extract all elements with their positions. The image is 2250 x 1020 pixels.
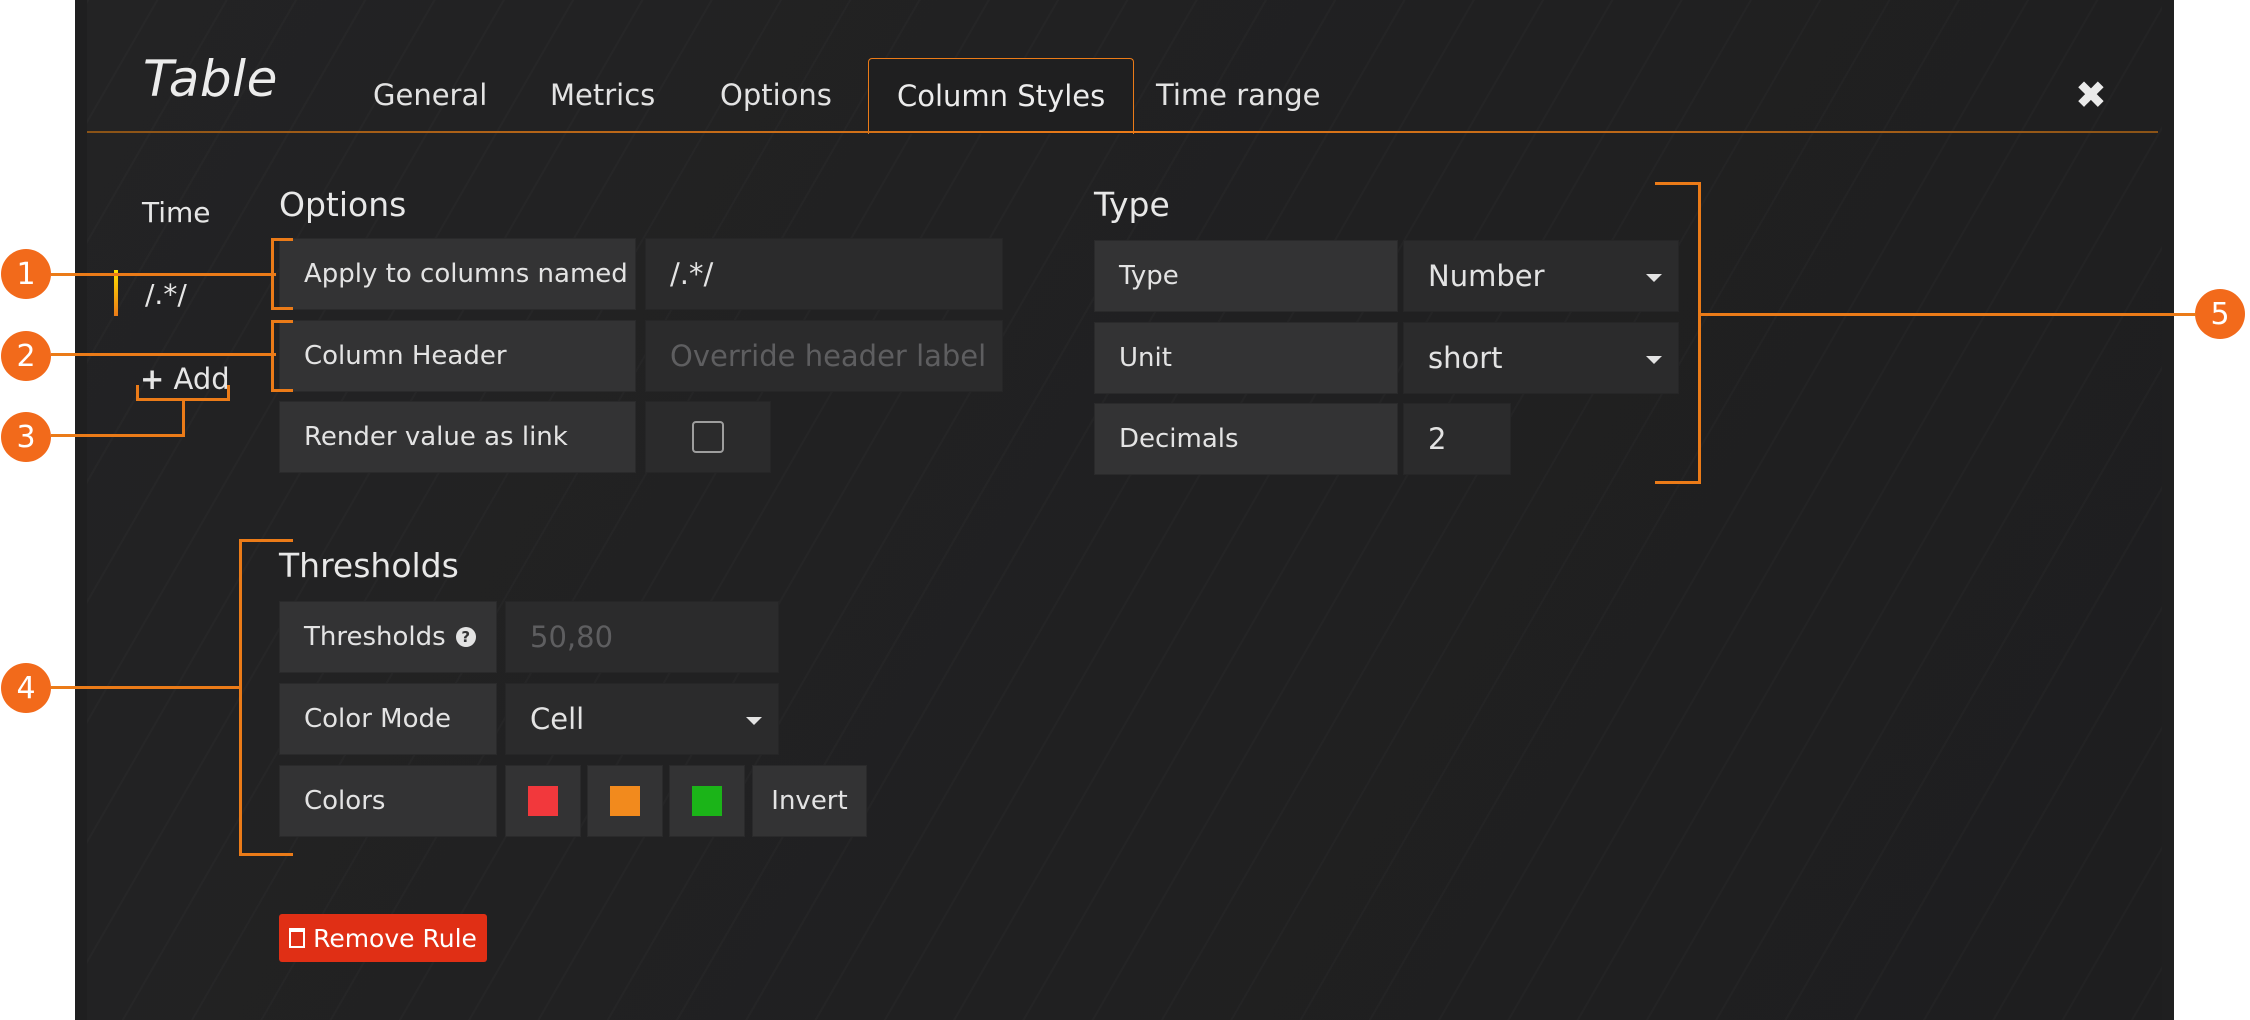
type-select[interactable]: Number <box>1403 240 1679 312</box>
color-mode-label: Color Mode <box>279 683 497 755</box>
tab-options[interactable]: Options <box>720 78 832 120</box>
type-label: Type <box>1094 240 1398 312</box>
callout-bracket-1 <box>271 238 293 310</box>
thresholds-label: Thresholds ? <box>279 601 497 673</box>
callout-line-5 <box>1700 313 2196 316</box>
remove-rule-label: Remove Rule <box>313 923 477 953</box>
callout-badge-5: 5 <box>2195 289 2245 339</box>
help-icon[interactable]: ? <box>455 627 476 647</box>
color-picker-low[interactable] <box>505 765 581 837</box>
callout-line-1 <box>51 273 276 276</box>
color-mode-value: Cell <box>530 702 585 736</box>
callout-bracket-4 <box>239 539 293 856</box>
tab-time-range[interactable]: Time range <box>1156 78 1321 120</box>
caret-down-icon <box>746 717 762 725</box>
callout-line-2 <box>51 353 276 356</box>
column-header-label: Column Header <box>279 320 636 392</box>
color-swatch-orange <box>610 786 640 816</box>
close-icon[interactable]: ✖ <box>2075 73 2107 117</box>
panel-editor <box>75 0 2174 1020</box>
thresholds-input[interactable]: 50,80 <box>505 601 779 673</box>
tab-underline <box>87 131 2158 133</box>
callout-line-3 <box>51 434 185 437</box>
decimals-input[interactable]: 2 <box>1403 403 1511 475</box>
tab-column-styles[interactable]: Column Styles <box>868 58 1135 134</box>
trash-icon <box>289 928 306 948</box>
column-header-input[interactable]: Override header label <box>645 320 1003 392</box>
thresholds-label-text: Thresholds <box>304 622 446 652</box>
render-link-checkbox-cell <box>645 401 771 473</box>
rule-item-time[interactable]: Time <box>142 196 211 229</box>
active-rule-marker <box>114 270 118 316</box>
color-picker-high[interactable] <box>669 765 745 837</box>
apply-to-columns-label: Apply to columns named <box>279 238 636 310</box>
apply-to-columns-input[interactable]: /.*/ <box>645 238 1003 310</box>
panel-title: Table <box>143 50 278 108</box>
thresholds-title: Thresholds <box>279 546 459 585</box>
options-title: Options <box>279 185 407 224</box>
color-mode-select[interactable]: Cell <box>505 683 779 755</box>
type-select-value: Number <box>1428 259 1545 293</box>
type-title: Type <box>1094 185 1170 224</box>
color-picker-mid[interactable] <box>587 765 663 837</box>
callout-line-4 <box>51 686 241 689</box>
callout-bracket-5 <box>1655 182 1701 484</box>
callout-bracket-2 <box>271 320 293 392</box>
callout-stem-3 <box>182 400 185 437</box>
callout-badge-3: 3 <box>1 412 51 462</box>
callout-badge-4: 4 <box>1 663 51 713</box>
color-swatch-green <box>692 786 722 816</box>
color-swatch-red <box>528 786 558 816</box>
render-link-label: Render value as link <box>279 401 636 473</box>
tab-metrics[interactable]: Metrics <box>550 78 655 120</box>
unit-label: Unit <box>1094 322 1398 394</box>
callout-bracket-3 <box>136 385 230 401</box>
callout-badge-1: 1 <box>1 249 51 299</box>
decimals-label: Decimals <box>1094 403 1398 475</box>
unit-select-value: short <box>1428 341 1503 375</box>
rule-item-regex[interactable]: /.*/ <box>145 278 187 311</box>
colors-label: Colors <box>279 765 497 837</box>
invert-colors-button[interactable]: Invert <box>752 765 867 837</box>
callout-badge-2: 2 <box>1 331 51 381</box>
tab-general[interactable]: General <box>373 78 487 120</box>
editor-panel <box>87 0 2162 1020</box>
unit-select[interactable]: short <box>1403 322 1679 394</box>
render-link-checkbox[interactable] <box>692 421 724 453</box>
remove-rule-button[interactable]: Remove Rule <box>279 914 487 962</box>
